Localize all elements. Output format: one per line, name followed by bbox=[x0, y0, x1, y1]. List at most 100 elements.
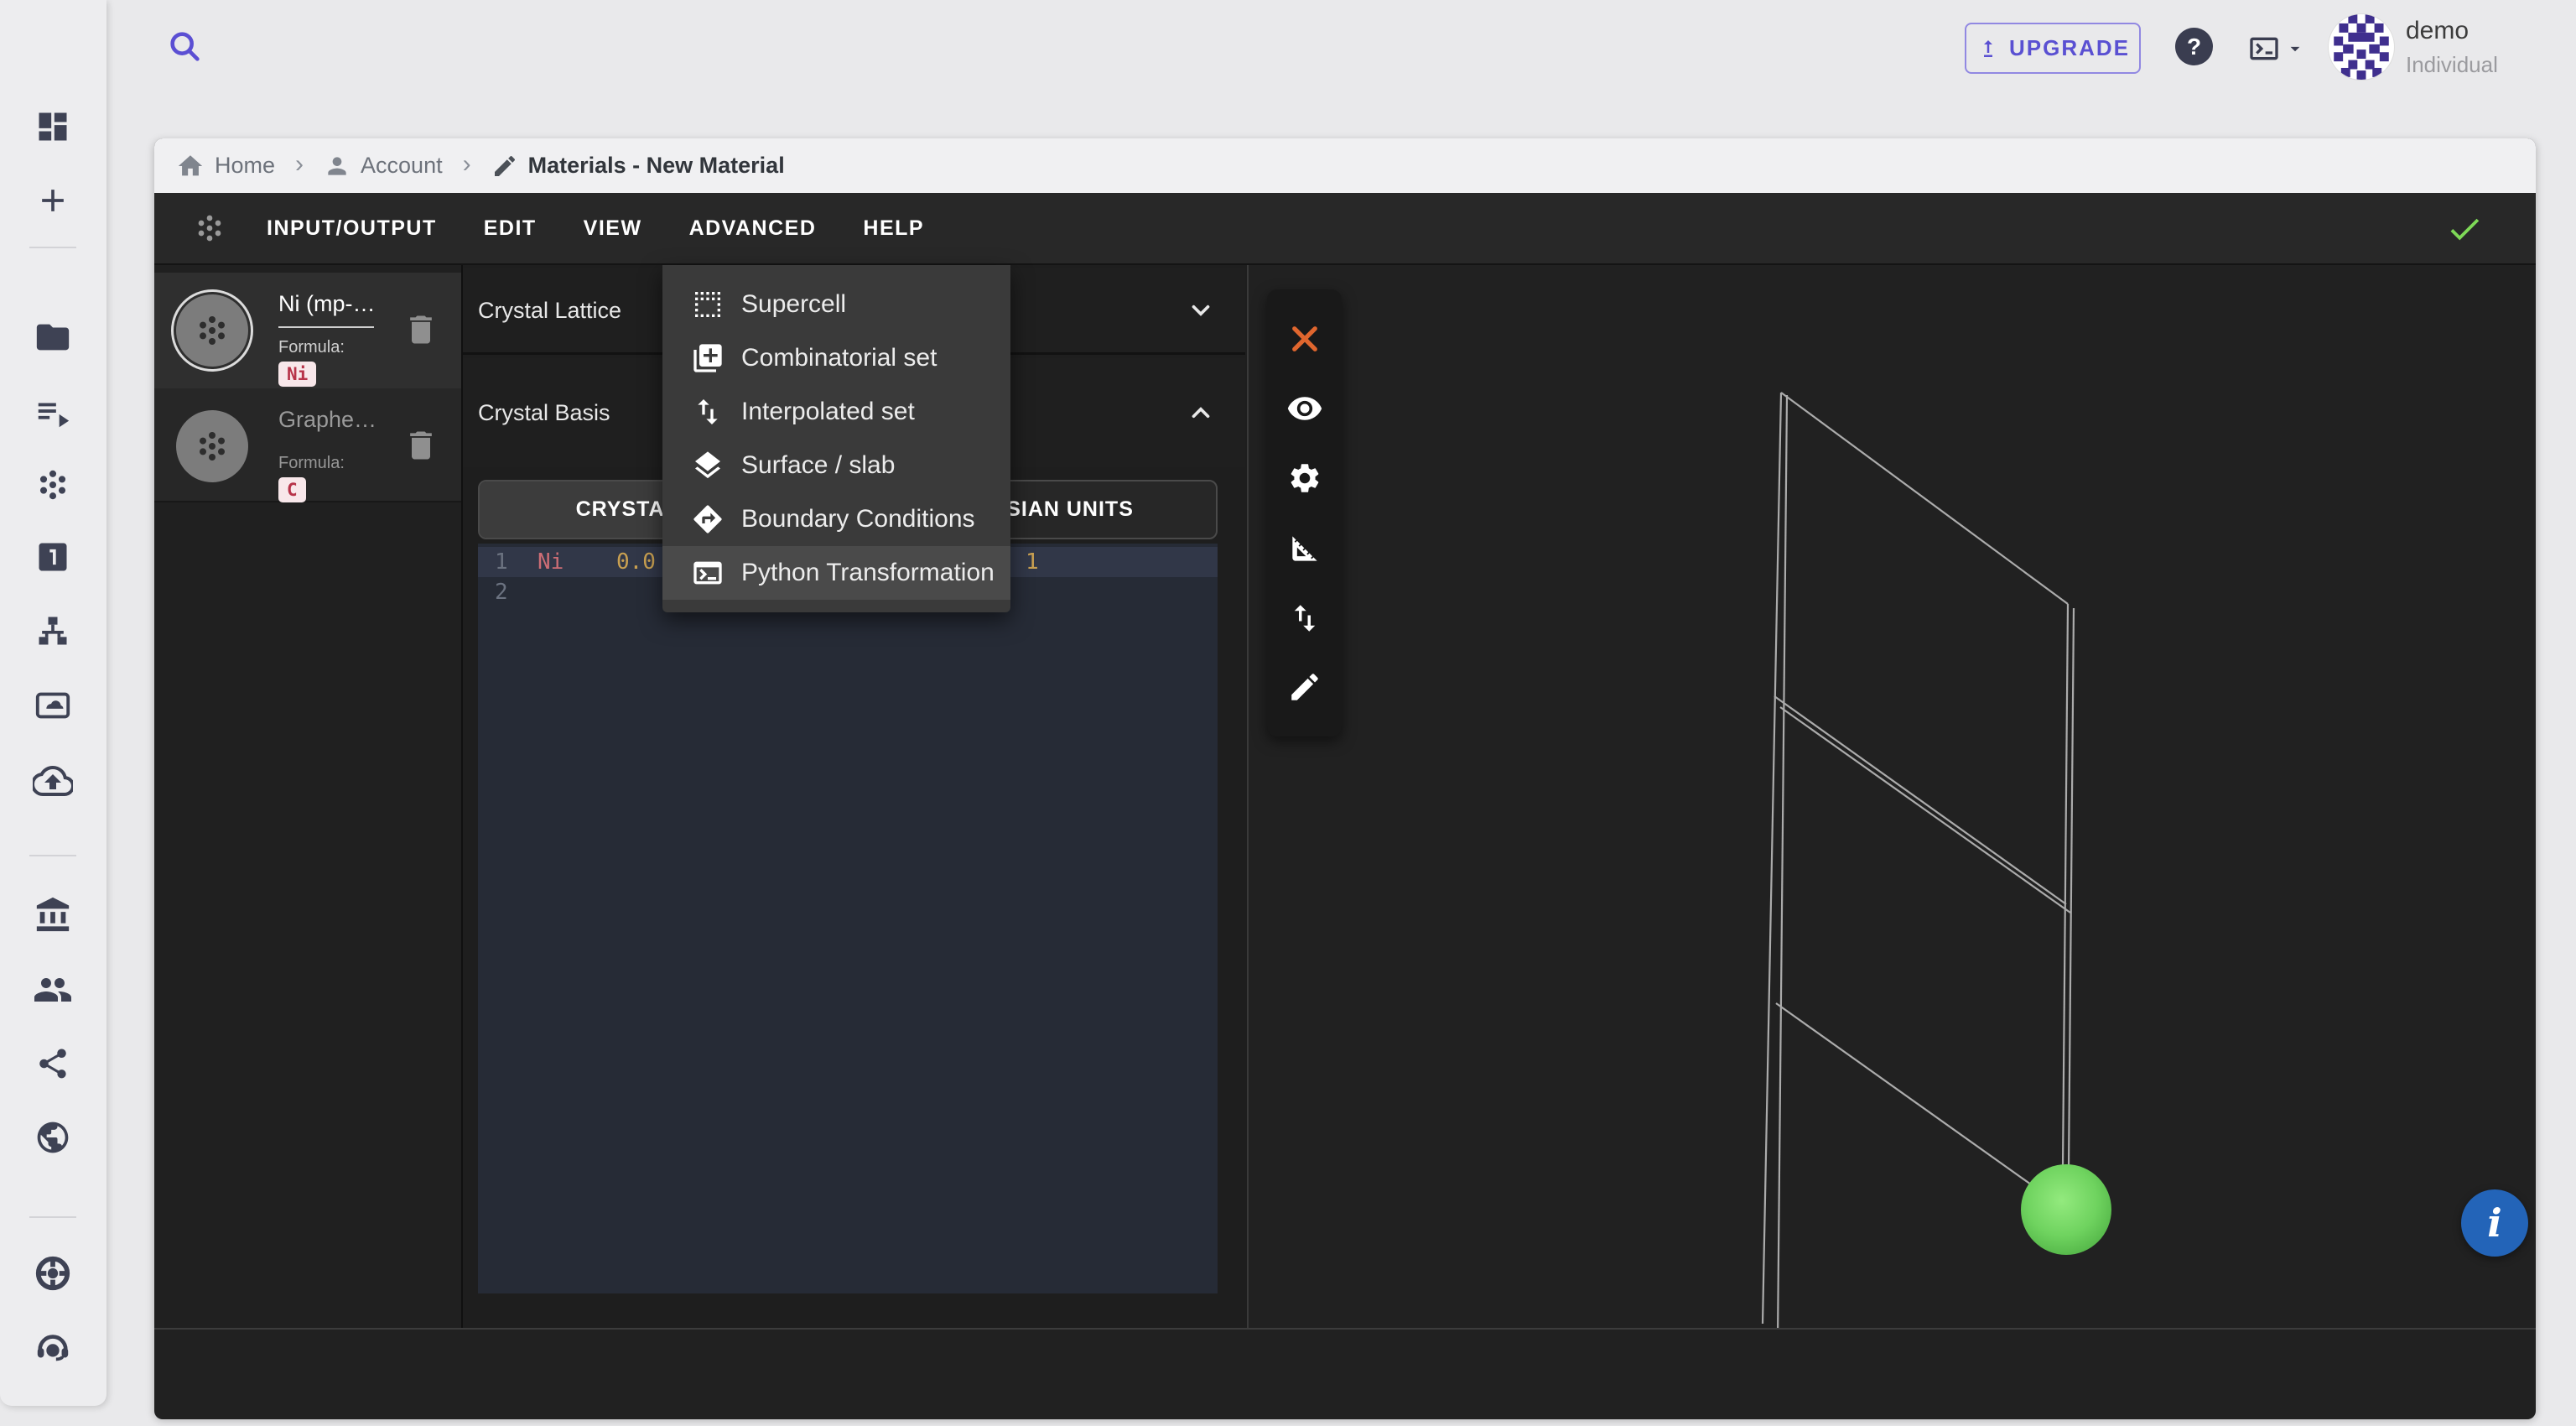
workflows-tree-icon[interactable] bbox=[34, 612, 71, 649]
swap-vert-icon bbox=[691, 395, 724, 429]
menu-item-label: Combinatorial set bbox=[741, 344, 937, 372]
menu-item-label: Python Transformation bbox=[741, 559, 995, 587]
upgrade-label: UPGRADE bbox=[2009, 35, 2130, 61]
viewer-3d[interactable]: i bbox=[1247, 265, 2536, 1328]
breadcrumb-account[interactable]: Account bbox=[324, 153, 443, 180]
menu-item-label: Surface / slab bbox=[741, 451, 895, 480]
swap-axes-icon[interactable] bbox=[1287, 601, 1322, 636]
dashboard-icon[interactable] bbox=[34, 108, 71, 145]
breadcrumb: Home › Account › Materials - New Materia… bbox=[154, 138, 2536, 193]
info-button[interactable]: i bbox=[2461, 1189, 2528, 1257]
user-name[interactable]: demo bbox=[2406, 17, 2469, 45]
menu-view[interactable]: VIEW bbox=[580, 208, 646, 249]
organization-bank-icon[interactable] bbox=[34, 896, 72, 934]
material-title[interactable]: Ni (mp-… bbox=[278, 291, 376, 317]
cloud-upload-icon[interactable] bbox=[33, 761, 73, 801]
help-button[interactable]: ? bbox=[2175, 28, 2213, 65]
material-title-underline bbox=[278, 326, 374, 328]
menu-item-combinatorial-set[interactable]: Combinatorial set bbox=[662, 331, 1010, 385]
help-question-label: ? bbox=[2187, 34, 2201, 60]
menu-item-label: Interpolated set bbox=[741, 398, 915, 426]
menu-help[interactable]: HELP bbox=[860, 208, 927, 249]
atoms-cluster-icon bbox=[193, 211, 226, 245]
line-number: 2 bbox=[495, 580, 508, 605]
upgrade-button[interactable]: UPGRADE bbox=[1965, 23, 2141, 74]
unit-one-icon[interactable] bbox=[34, 539, 71, 575]
add-new-icon[interactable] bbox=[34, 182, 71, 219]
directions-icon bbox=[691, 502, 724, 536]
menu-item-label: Supercell bbox=[741, 290, 846, 319]
app-sidebar bbox=[0, 0, 106, 1406]
teams-people-icon[interactable] bbox=[33, 970, 73, 1010]
menu-input-output[interactable]: INPUT/OUTPUT bbox=[263, 208, 440, 249]
delete-material-icon[interactable] bbox=[402, 427, 439, 464]
materials-list-panel: Ni (mp-… Formula: Ni Graphe… Formula: C bbox=[154, 265, 463, 1328]
terminal-icon bbox=[2246, 32, 2283, 65]
menu-item-label: Boundary Conditions bbox=[741, 505, 975, 533]
account-person-icon bbox=[324, 153, 351, 180]
delete-material-icon[interactable] bbox=[402, 311, 439, 348]
support-headset-icon[interactable] bbox=[34, 1329, 72, 1367]
share-icon[interactable] bbox=[35, 1046, 70, 1081]
material-item-ni[interactable]: Ni (mp-… Formula: Ni bbox=[154, 273, 461, 390]
layers-icon bbox=[691, 449, 724, 482]
upgrade-icon bbox=[1976, 36, 2001, 61]
sidebar-divider bbox=[29, 855, 76, 856]
designer-menubar: INPUT/OUTPUT EDIT VIEW ADVANCED HELP bbox=[154, 193, 2536, 265]
basis-code-editor[interactable]: 1 Ni 0.0 1 2 bbox=[478, 544, 1218, 1293]
chevron-down-icon bbox=[2284, 38, 2306, 60]
projects-folder-icon[interactable] bbox=[34, 318, 72, 356]
menu-advanced[interactable]: ADVANCED bbox=[686, 208, 820, 249]
breadcrumb-separator: › bbox=[456, 150, 478, 179]
advanced-dropdown-menu: Supercell Combinatorial set Interpolated… bbox=[662, 265, 1010, 612]
material-thumbnail bbox=[176, 410, 248, 482]
measure-ruler-icon[interactable] bbox=[1286, 530, 1323, 567]
menu-item-python-transformation[interactable]: Python Transformation bbox=[662, 546, 1010, 600]
globe-icon[interactable] bbox=[34, 1119, 71, 1156]
terminal-icon bbox=[691, 556, 724, 590]
sidebar-divider bbox=[29, 1216, 76, 1218]
material-item-graphene[interactable]: Graphe… Formula: C bbox=[154, 388, 461, 502]
coordinate-token: 1 bbox=[1026, 549, 1039, 575]
console-dropdown-button[interactable] bbox=[2246, 32, 2306, 65]
user-avatar[interactable] bbox=[2328, 13, 2395, 81]
material-title[interactable]: Graphe… bbox=[278, 407, 377, 433]
edit-pencil-icon[interactable] bbox=[1287, 669, 1322, 705]
settings-gear-icon[interactable] bbox=[1287, 461, 1322, 496]
menu-item-boundary-conditions[interactable]: Boundary Conditions bbox=[662, 492, 1010, 546]
sidebar-divider bbox=[29, 247, 76, 248]
helm-wheel-icon[interactable] bbox=[34, 1254, 72, 1293]
chevron-down-icon[interactable] bbox=[1187, 296, 1215, 325]
edit-pencil-icon bbox=[491, 153, 518, 180]
info-label: i bbox=[2487, 1200, 2501, 1246]
formula-label: Formula: bbox=[278, 454, 345, 473]
crystal-wireframe bbox=[1249, 265, 2536, 1328]
visibility-eye-icon[interactable] bbox=[1286, 390, 1323, 427]
coordinate-token: 0.0 bbox=[616, 549, 656, 575]
formula-chip: Ni bbox=[278, 362, 316, 387]
line-number: 1 bbox=[495, 549, 508, 575]
section-title: Crystal Basis bbox=[478, 400, 610, 426]
menu-item-supercell[interactable]: Supercell bbox=[662, 278, 1010, 331]
menu-item-surface-slab[interactable]: Surface / slab bbox=[662, 439, 1010, 492]
viewer-toolbar bbox=[1267, 289, 1342, 736]
search-icon[interactable] bbox=[166, 28, 205, 66]
library-add-icon bbox=[691, 341, 724, 375]
home-icon bbox=[176, 152, 205, 180]
supercell-grid-icon bbox=[691, 288, 724, 321]
save-check-icon[interactable] bbox=[2445, 210, 2484, 248]
materials-atoms-icon[interactable] bbox=[34, 466, 71, 503]
element-token: Ni bbox=[538, 549, 564, 575]
menu-edit[interactable]: EDIT bbox=[480, 208, 540, 249]
breadcrumb-current: Materials - New Material bbox=[491, 153, 785, 180]
images-bank-icon[interactable] bbox=[34, 686, 72, 725]
close-icon[interactable] bbox=[1287, 321, 1322, 356]
chevron-up-icon[interactable] bbox=[1187, 398, 1215, 427]
breadcrumb-separator: › bbox=[288, 150, 310, 179]
breadcrumb-home[interactable]: Home bbox=[176, 152, 275, 180]
menu-item-interpolated-set[interactable]: Interpolated set bbox=[662, 385, 1010, 439]
jobs-list-icon[interactable] bbox=[34, 393, 72, 432]
designer-content: Ni (mp-… Formula: Ni Graphe… Formula: C bbox=[154, 265, 2536, 1328]
formula-chip: C bbox=[278, 477, 306, 502]
designer-footer-strip bbox=[154, 1328, 2536, 1419]
